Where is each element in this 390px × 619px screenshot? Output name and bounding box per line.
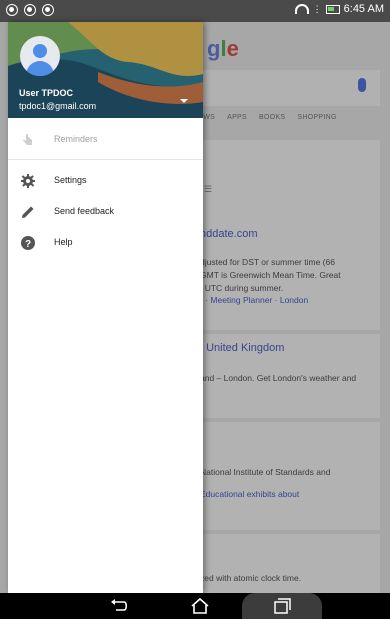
help-icon: ? <box>21 236 35 250</box>
chevron-down-icon[interactable] <box>180 99 188 103</box>
result-link[interactable]: , United Kingdom <box>200 342 370 354</box>
tab-shopping[interactable]: SHOPPING <box>291 106 342 130</box>
result-card: nddate.com djusted for DST or summer tim… <box>190 220 380 330</box>
notification-icon <box>6 4 18 16</box>
menu-item-help[interactable]: ? Help <box>8 229 203 257</box>
avatar-head <box>33 44 47 58</box>
grid-icon: ☰ <box>204 184 213 194</box>
svg-text:?: ? <box>25 239 31 250</box>
home-icon[interactable] <box>189 597 211 615</box>
vibrate-icon: ⋮ <box>312 3 322 14</box>
divider <box>8 159 203 160</box>
system-nav-bar <box>0 593 390 619</box>
result-text: zed with atomic clock time. <box>200 573 302 583</box>
menu-label: Help <box>54 237 73 247</box>
result-card: ☰ <box>190 140 380 230</box>
search-box[interactable] <box>190 70 380 106</box>
tab-apps[interactable]: APPS <box>221 106 253 130</box>
status-left-icons <box>6 4 54 16</box>
hand-icon <box>23 134 32 145</box>
google-logo: gle <box>207 36 239 61</box>
result-card: National Institute of Standards and Educ… <box>190 422 380 530</box>
result-sublink[interactable]: Educational exhibits about <box>200 489 370 499</box>
status-right-icons: ⋮ 6:45 AM <box>294 3 384 15</box>
navigation-drawer: User TPDOC tpdoc1@gmail.com Reminders Se… <box>8 22 203 593</box>
wifi-icon <box>294 4 309 14</box>
result-text: djusted for DST or summer time (66 <box>200 257 335 267</box>
battery-icon <box>325 4 340 14</box>
result-card: zed with atomic clock time. <box>190 534 380 593</box>
result-card: , United Kingdom and – London. Get Londo… <box>190 334 380 418</box>
status-bar: ⋮ 6:45 AM <box>0 0 390 22</box>
result-text: GMT is Greenwich Mean Time. Great <box>200 270 341 280</box>
result-link[interactable]: nddate.com <box>200 228 370 240</box>
result-sublinks[interactable]: r · Meeting Planner · London <box>200 295 370 305</box>
notification-icon <box>42 4 54 16</box>
recents-icon[interactable] <box>271 597 293 615</box>
avatar[interactable] <box>20 36 60 76</box>
status-time: 6:45 AM <box>343 3 384 15</box>
menu-item-settings[interactable]: Settings <box>8 167 203 195</box>
drawer-header: User TPDOC tpdoc1@gmail.com <box>8 22 203 118</box>
user-name: User TPDOC <box>19 88 74 98</box>
back-icon[interactable] <box>108 597 130 615</box>
result-text: and – London. Get London's weather and <box>200 373 357 383</box>
menu-label: Settings <box>54 175 87 185</box>
notification-icon <box>24 4 36 16</box>
menu-label: Send feedback <box>54 206 115 216</box>
result-text: National Institute of Standards and <box>200 467 331 477</box>
search-tabs: IEWS APPS BOOKS SHOPPING <box>190 106 390 130</box>
menu-label: Reminders <box>54 134 98 144</box>
pencil-icon <box>22 206 34 218</box>
avatar-body <box>26 61 54 76</box>
user-email: tpdoc1@gmail.com <box>19 101 97 111</box>
menu-item-reminders[interactable]: Reminders <box>8 126 203 154</box>
menu-item-send-feedback[interactable]: Send feedback <box>8 198 203 226</box>
gear-icon <box>21 174 35 188</box>
tab-books[interactable]: BOOKS <box>253 106 291 130</box>
mic-icon[interactable] <box>358 78 366 92</box>
result-text: f UTC during summer. <box>200 283 284 293</box>
